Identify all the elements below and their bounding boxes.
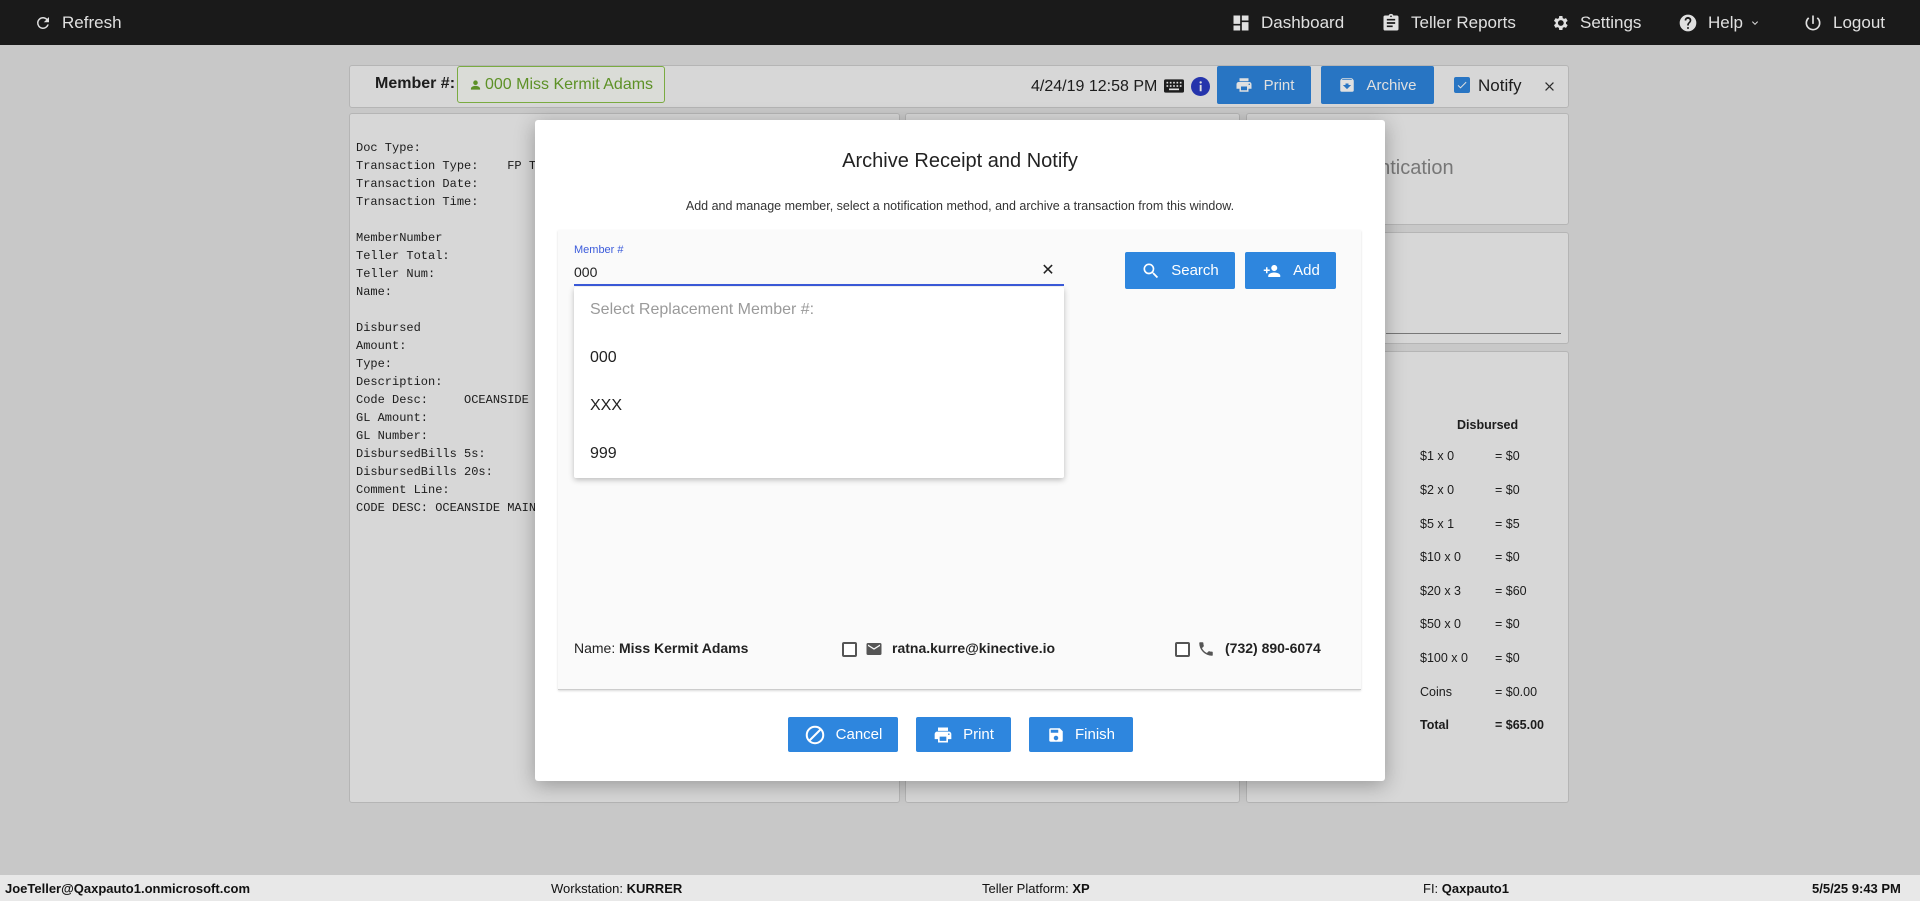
member-phone: (732) 890-6074 [1225, 640, 1321, 656]
search-icon [1143, 263, 1159, 278]
search-label: Search [1171, 262, 1219, 279]
platform-label: Teller Platform: [982, 881, 1069, 896]
member-number-input[interactable] [574, 260, 1064, 286]
status-fi: FI: Qaxpauto1 [1423, 881, 1509, 896]
dropdown-option[interactable]: 999 [590, 445, 617, 463]
print-button[interactable]: Print [916, 717, 1011, 752]
email-checkbox[interactable] [842, 642, 857, 657]
status-bar: JoeTeller@Qaxpauto1.onmicrosoft.com Work… [0, 875, 1920, 901]
name-prefix: Name: [574, 640, 616, 656]
phone-checkbox[interactable] [1175, 642, 1190, 657]
fi-value: Qaxpauto1 [1441, 881, 1509, 896]
status-workstation: Workstation: KURRER [551, 881, 682, 896]
contact-row: Name: Miss Kermit Adams ratna.kurre@kine… [574, 638, 1344, 662]
cancel-button[interactable]: Cancel [788, 717, 898, 752]
clear-input-icon[interactable]: ✕ [1038, 260, 1058, 280]
dropdown-option[interactable]: XXX [590, 397, 622, 415]
add-label: Add [1293, 262, 1320, 279]
cancel-icon [805, 725, 824, 744]
fi-label: FI: [1423, 881, 1439, 896]
platform-value: XP [1072, 881, 1090, 896]
dialog-body: Member # ✕ Search Add Select Replacement… [558, 230, 1361, 690]
member-dropdown: Select Replacement Member #: 000 XXX 999 [574, 287, 1064, 478]
phone-icon [1199, 642, 1213, 656]
member-field-label: Member # [574, 244, 624, 256]
dialog-title: Archive Receipt and Notify [842, 150, 1078, 172]
dropdown-option[interactable]: 000 [590, 349, 617, 367]
status-user: JoeTeller@Qaxpauto1.onmicrosoft.com [5, 881, 251, 896]
status-datetime: 5/5/25 9:43 PM [1812, 881, 1901, 896]
dialog-subtitle: Add and manage member, select a notifica… [685, 199, 1235, 213]
cancel-label: Cancel [835, 726, 883, 743]
finish-button[interactable]: Finish [1029, 717, 1133, 752]
member-name: Miss Kermit Adams [619, 640, 749, 656]
printer-icon [934, 727, 952, 742]
add-member-button[interactable]: Add [1245, 252, 1336, 289]
print-label: Print [963, 726, 994, 743]
workstation-label: Workstation: [551, 881, 624, 896]
member-email: ratna.kurre@kinective.io [892, 640, 1056, 656]
dropdown-placeholder: Select Replacement Member #: [590, 301, 815, 318]
email-icon [866, 643, 882, 655]
archive-notify-dialog: Archive Receipt and Notify Add and manag… [535, 120, 1385, 781]
finish-label: Finish [1074, 726, 1115, 743]
add-user-icon [1263, 264, 1281, 277]
workstation-value: KURRER [626, 881, 683, 896]
status-platform: Teller Platform: XP [982, 881, 1090, 896]
search-button[interactable]: Search [1125, 252, 1235, 289]
save-icon [1049, 727, 1063, 742]
